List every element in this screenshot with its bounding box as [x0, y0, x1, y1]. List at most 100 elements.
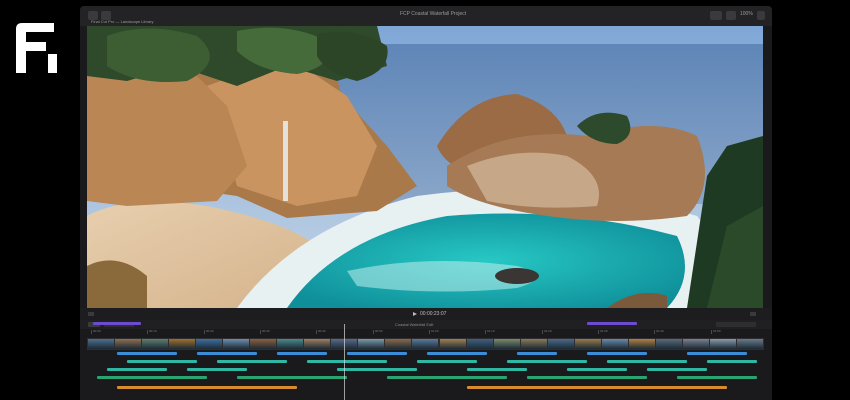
connected-clip[interactable] [277, 352, 327, 355]
brand-logo-icon [16, 23, 57, 73]
viewer-frame-image [87, 26, 763, 308]
video-viewer[interactable] [87, 26, 763, 308]
video-clip-thumbnail[interactable] [87, 338, 115, 350]
project-title: FCP Coastal Waterfall Project [400, 11, 467, 17]
connected-clip[interactable] [107, 368, 167, 371]
ruler-tick-label: 01:20 [544, 329, 552, 333]
connected-clip[interactable] [607, 360, 687, 363]
connected-clip[interactable] [427, 352, 487, 355]
ruler-tick [542, 330, 543, 334]
ruler-tick [711, 330, 712, 334]
ruler-tick-label: 00:20 [206, 329, 214, 333]
connected-clip[interactable] [347, 352, 407, 355]
video-clip-thumbnail[interactable] [628, 338, 656, 350]
timeline-ruler[interactable]: 00:00 00:10 00:20 00:30 00:40 00:50 01:00 01:10… [87, 329, 763, 335]
library-title: Final Cut Pro — Landscape Library [91, 19, 154, 24]
ruler-tick [147, 330, 148, 334]
video-clip-thumbnail[interactable] [574, 338, 602, 350]
ruler-tick-label: 01:30 [600, 329, 608, 333]
ruler-tick-label: 00:50 [375, 329, 383, 333]
playhead[interactable] [344, 324, 345, 400]
video-clip-thumbnail[interactable] [736, 338, 764, 350]
ruler-tick [204, 330, 205, 334]
video-clip-thumbnail[interactable] [411, 338, 439, 350]
connected-clip[interactable] [127, 360, 197, 363]
video-clip-thumbnail[interactable] [195, 338, 223, 350]
connected-clip[interactable] [707, 360, 757, 363]
video-clip-thumbnail[interactable] [357, 338, 385, 350]
video-clip-thumbnail[interactable] [601, 338, 629, 350]
video-clip-thumbnail[interactable] [466, 338, 494, 350]
fullscreen-viewer-button[interactable] [750, 312, 756, 316]
viewer-controls: 00:00:23:07 [80, 308, 772, 320]
ruler-tick-label: 01:50 [713, 329, 721, 333]
video-clip-thumbnail[interactable] [303, 338, 331, 350]
video-clip-thumbnail[interactable] [222, 338, 250, 350]
project-label: Coastal Waterfall Edit [395, 322, 434, 327]
ruler-tick [429, 330, 430, 334]
ruler-tick [260, 330, 261, 334]
connected-clip-lanes [87, 322, 763, 396]
ruler-tick [485, 330, 486, 334]
fullscreen-button[interactable] [757, 11, 765, 20]
connected-clip[interactable] [687, 352, 747, 355]
ruler-tick-label: 01:40 [656, 329, 664, 333]
view-button[interactable] [726, 11, 736, 20]
title-bar: Final Cut Pro — Landscape Library FCP Co… [80, 6, 772, 26]
play-icon[interactable] [413, 312, 417, 316]
video-clip-thumbnail[interactable] [682, 338, 710, 350]
video-clip-thumbnail[interactable] [439, 338, 467, 350]
ruler-tick [654, 330, 655, 334]
ruler-tick [598, 330, 599, 334]
ruler-tick-label: 01:10 [487, 329, 495, 333]
video-clip-thumbnail[interactable] [249, 338, 277, 350]
connected-clip[interactable] [237, 376, 347, 379]
connected-clip[interactable] [117, 352, 177, 355]
connected-clip[interactable] [307, 360, 387, 363]
video-clip-thumbnail[interactable] [276, 338, 304, 350]
ruler-tick-label: 00:00 [93, 329, 101, 333]
ruler-tick [91, 330, 92, 334]
connected-clip[interactable] [97, 376, 207, 379]
connected-clip[interactable] [567, 368, 627, 371]
timeline-view-options[interactable] [716, 322, 756, 327]
connected-clip[interactable] [417, 360, 477, 363]
connected-clip[interactable] [387, 376, 507, 379]
connected-clip[interactable] [187, 368, 247, 371]
connected-clip[interactable] [93, 322, 141, 325]
primary-storyline[interactable] [87, 338, 764, 350]
ruler-tick [373, 330, 374, 334]
connected-clip[interactable] [677, 376, 757, 379]
video-clip-thumbnail[interactable] [520, 338, 548, 350]
video-clip-thumbnail[interactable] [384, 338, 412, 350]
video-clip-thumbnail[interactable] [141, 338, 169, 350]
video-clip-thumbnail[interactable] [168, 338, 196, 350]
app-window: Final Cut Pro — Landscape Library FCP Co… [80, 6, 772, 400]
timecode-display: 00:00:23:07 [420, 311, 447, 317]
connected-clip[interactable] [507, 360, 587, 363]
connected-clip[interactable] [467, 368, 527, 371]
video-clip-thumbnail[interactable] [114, 338, 142, 350]
connected-clip[interactable] [587, 322, 637, 325]
ruler-tick-label: 01:00 [431, 329, 439, 333]
zoom-level: 100% [740, 11, 753, 17]
ruler-tick [316, 330, 317, 334]
viewer-options-button[interactable] [710, 11, 722, 20]
viewer-menu-button[interactable] [88, 312, 94, 316]
connected-clip[interactable] [197, 352, 257, 355]
connected-clip[interactable] [587, 352, 647, 355]
connected-clip[interactable] [217, 360, 287, 363]
connected-clip[interactable] [117, 386, 297, 389]
video-clip-thumbnail[interactable] [547, 338, 575, 350]
video-clip-thumbnail[interactable] [709, 338, 737, 350]
ruler-tick-label: 00:30 [262, 329, 270, 333]
video-clip-thumbnail[interactable] [655, 338, 683, 350]
video-clip-thumbnail[interactable] [493, 338, 521, 350]
connected-clip[interactable] [527, 376, 647, 379]
connected-clip[interactable] [647, 368, 707, 371]
connected-clip[interactable] [337, 368, 417, 371]
connected-clip[interactable] [467, 386, 727, 389]
ruler-tick-label: 00:10 [149, 329, 157, 333]
connected-clip[interactable] [517, 352, 557, 355]
ruler-tick-label: 00:40 [318, 329, 326, 333]
